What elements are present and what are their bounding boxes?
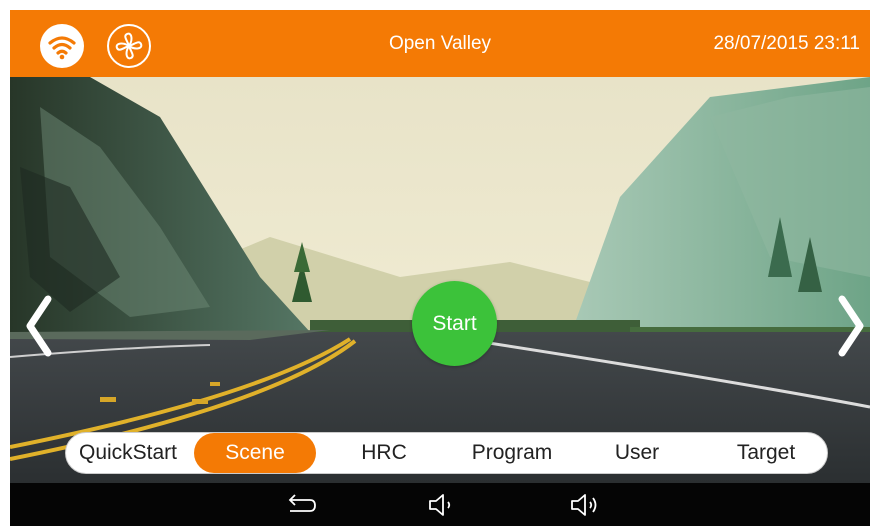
start-button[interactable]: Start — [412, 281, 497, 366]
previous-scene-button[interactable] — [22, 291, 56, 361]
tab-user[interactable]: User — [586, 433, 688, 473]
chevron-left-icon — [26, 295, 52, 357]
tab-quickstart[interactable]: QuickStart — [66, 433, 190, 473]
top-margin — [0, 0, 870, 10]
scene-view: Start — [10, 77, 870, 483]
tab-scene[interactable]: Scene — [194, 433, 316, 473]
scene-background-image — [10, 77, 870, 483]
back-icon[interactable] — [282, 491, 318, 519]
tab-hrc[interactable]: HRC — [334, 433, 434, 473]
app-screen: Open Valley 28/07/2015 23:11 Start Quick… — [0, 0, 870, 526]
tab-program[interactable]: Program — [448, 433, 576, 473]
system-nav-bar — [10, 483, 870, 526]
chevron-right-icon — [838, 295, 864, 357]
date-time: 28/07/2015 23:11 — [713, 33, 860, 54]
volume-up-icon[interactable] — [568, 491, 604, 519]
header-bar: Open Valley 28/07/2015 23:11 — [10, 10, 870, 77]
volume-down-icon[interactable] — [426, 491, 462, 519]
mode-tab-bar: QuickStart Scene HRC Program User Target — [65, 432, 828, 474]
tab-target[interactable]: Target — [706, 433, 826, 473]
next-scene-button[interactable] — [834, 291, 868, 361]
